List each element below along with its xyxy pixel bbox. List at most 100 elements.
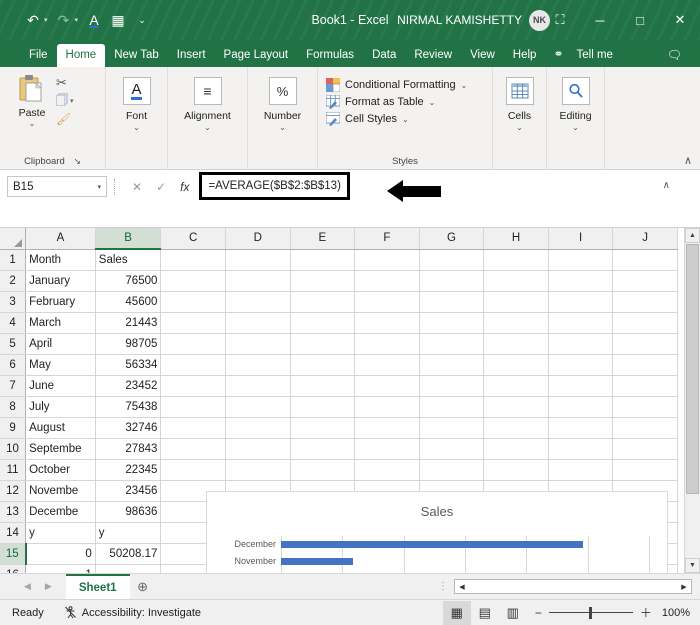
chart-bar[interactable] bbox=[281, 541, 583, 548]
cell-e5[interactable] bbox=[290, 333, 355, 354]
number-button[interactable]: % Number ⌄ bbox=[256, 72, 309, 132]
cell-i2[interactable] bbox=[548, 270, 613, 291]
row-header-7[interactable]: 7 bbox=[0, 375, 26, 396]
tab-insert[interactable]: Insert bbox=[168, 44, 215, 67]
cells-dropdown-icon[interactable]: ⌄ bbox=[516, 124, 523, 132]
cell-g5[interactable] bbox=[419, 333, 484, 354]
cell-a16[interactable]: 1 bbox=[26, 564, 96, 573]
cell-f8[interactable] bbox=[355, 396, 420, 417]
cell-a1[interactable]: Month bbox=[26, 249, 96, 270]
cell-e8[interactable] bbox=[290, 396, 355, 417]
cell-e3[interactable] bbox=[290, 291, 355, 312]
cell-a15[interactable]: 0 bbox=[26, 543, 96, 564]
cell-f6[interactable] bbox=[355, 354, 420, 375]
cell-g3[interactable] bbox=[419, 291, 484, 312]
cell-e1[interactable] bbox=[290, 249, 355, 270]
scroll-up-button[interactable]: ▲ bbox=[685, 228, 700, 243]
cell-c1[interactable] bbox=[161, 249, 226, 270]
zoom-in-button[interactable]: ＋ bbox=[640, 604, 652, 621]
cell-i10[interactable] bbox=[548, 438, 613, 459]
cells-button[interactable]: Cells ⌄ bbox=[501, 72, 538, 132]
cell-g9[interactable] bbox=[419, 417, 484, 438]
cancel-formula-icon[interactable]: ✕ bbox=[132, 180, 142, 194]
cell-a10[interactable]: Septembe bbox=[26, 438, 96, 459]
sheet-bar-splitter[interactable]: ⋮ bbox=[438, 581, 454, 592]
cell-i6[interactable] bbox=[548, 354, 613, 375]
cell-b11[interactable]: 22345 bbox=[95, 459, 161, 480]
cell-c3[interactable] bbox=[161, 291, 226, 312]
cell-j3[interactable] bbox=[613, 291, 678, 312]
cell-i7[interactable] bbox=[548, 375, 613, 396]
cell-i9[interactable] bbox=[548, 417, 613, 438]
column-header-a[interactable]: A bbox=[26, 228, 96, 249]
cell-b7[interactable]: 23452 bbox=[95, 375, 161, 396]
cell-f11[interactable] bbox=[355, 459, 420, 480]
cell-a7[interactable]: June bbox=[26, 375, 96, 396]
expand-formula-bar-icon[interactable]: ∧ bbox=[663, 180, 670, 191]
tab-tell-me[interactable]: Tell me bbox=[568, 44, 622, 67]
cell-a2[interactable]: January bbox=[26, 270, 96, 291]
cell-i11[interactable] bbox=[548, 459, 613, 480]
name-box[interactable]: B15 ▾ bbox=[7, 176, 107, 197]
cell-d1[interactable] bbox=[225, 249, 290, 270]
cut-button[interactable]: ✂ bbox=[56, 75, 74, 91]
cell-c4[interactable] bbox=[161, 312, 226, 333]
tab-page-layout[interactable]: Page Layout bbox=[215, 44, 298, 67]
row-header-16[interactable]: 16 bbox=[0, 564, 26, 573]
cell-b9[interactable]: 32746 bbox=[95, 417, 161, 438]
cell-b5[interactable]: 98705 bbox=[95, 333, 161, 354]
page-layout-view-button[interactable]: ▤ bbox=[471, 601, 499, 625]
cell-h7[interactable] bbox=[484, 375, 549, 396]
customize-qat-icon[interactable]: ⌄ bbox=[131, 9, 153, 31]
cell-d3[interactable] bbox=[225, 291, 290, 312]
confirm-formula-icon[interactable]: ✓ bbox=[156, 180, 166, 194]
formula-input[interactable]: =AVERAGE($B$2:$B$13) bbox=[208, 180, 340, 192]
cell-h2[interactable] bbox=[484, 270, 549, 291]
format-painter-button[interactable]: 🖌 bbox=[56, 111, 74, 127]
column-header-b[interactable]: B bbox=[95, 228, 161, 249]
cell-j5[interactable] bbox=[613, 333, 678, 354]
cell-h1[interactable] bbox=[484, 249, 549, 270]
cell-i1[interactable] bbox=[548, 249, 613, 270]
scroll-down-button[interactable]: ▼ bbox=[685, 558, 700, 573]
row-header-2[interactable]: 2 bbox=[0, 270, 26, 291]
cell-d5[interactable] bbox=[225, 333, 290, 354]
cell-g1[interactable] bbox=[419, 249, 484, 270]
cell-b15[interactable]: 50208.17 bbox=[95, 543, 161, 564]
cell-a4[interactable]: March bbox=[26, 312, 96, 333]
cell-b14[interactable]: y bbox=[95, 522, 161, 543]
row-header-3[interactable]: 3 bbox=[0, 291, 26, 312]
cell-f7[interactable] bbox=[355, 375, 420, 396]
row-header-10[interactable]: 10 bbox=[0, 438, 26, 459]
editing-dropdown-icon[interactable]: ⌄ bbox=[572, 124, 579, 132]
cell-a14[interactable]: y bbox=[26, 522, 96, 543]
cell-f1[interactable] bbox=[355, 249, 420, 270]
row-header-14[interactable]: 14 bbox=[0, 522, 26, 543]
format-as-table-caret-icon[interactable]: ⌄ bbox=[429, 98, 436, 107]
insert-function-icon[interactable]: fx bbox=[180, 180, 189, 194]
cell-d7[interactable] bbox=[225, 375, 290, 396]
add-sheet-icon[interactable]: ⊕ bbox=[130, 574, 156, 600]
cell-a11[interactable]: October bbox=[26, 459, 96, 480]
format-as-table-button[interactable]: Format as Table ⌄ bbox=[326, 95, 467, 109]
sales-bar-chart[interactable]: Sales JanuaryFebruaryMarchAprilMayJuneJu… bbox=[206, 491, 668, 573]
cell-e9[interactable] bbox=[290, 417, 355, 438]
cell-c11[interactable] bbox=[161, 459, 226, 480]
row-header-6[interactable]: 6 bbox=[0, 354, 26, 375]
cell-f9[interactable] bbox=[355, 417, 420, 438]
hscroll-left-button[interactable]: ◀ bbox=[455, 580, 469, 593]
cell-g6[interactable] bbox=[419, 354, 484, 375]
sheet-next-icon[interactable]: ▶ bbox=[45, 581, 52, 592]
cell-h10[interactable] bbox=[484, 438, 549, 459]
number-dropdown-icon[interactable]: ⌄ bbox=[279, 124, 286, 132]
row-header-8[interactable]: 8 bbox=[0, 396, 26, 417]
comments-icon[interactable]: 🗨 bbox=[667, 48, 682, 62]
cell-b10[interactable]: 27843 bbox=[95, 438, 161, 459]
cell-j11[interactable] bbox=[613, 459, 678, 480]
cell-c9[interactable] bbox=[161, 417, 226, 438]
column-header-e[interactable]: E bbox=[290, 228, 355, 249]
cell-b12[interactable]: 23456 bbox=[95, 480, 161, 501]
cell-g7[interactable] bbox=[419, 375, 484, 396]
cell-a13[interactable]: Decembe bbox=[26, 501, 96, 522]
zoom-out-button[interactable]: − bbox=[535, 606, 542, 620]
